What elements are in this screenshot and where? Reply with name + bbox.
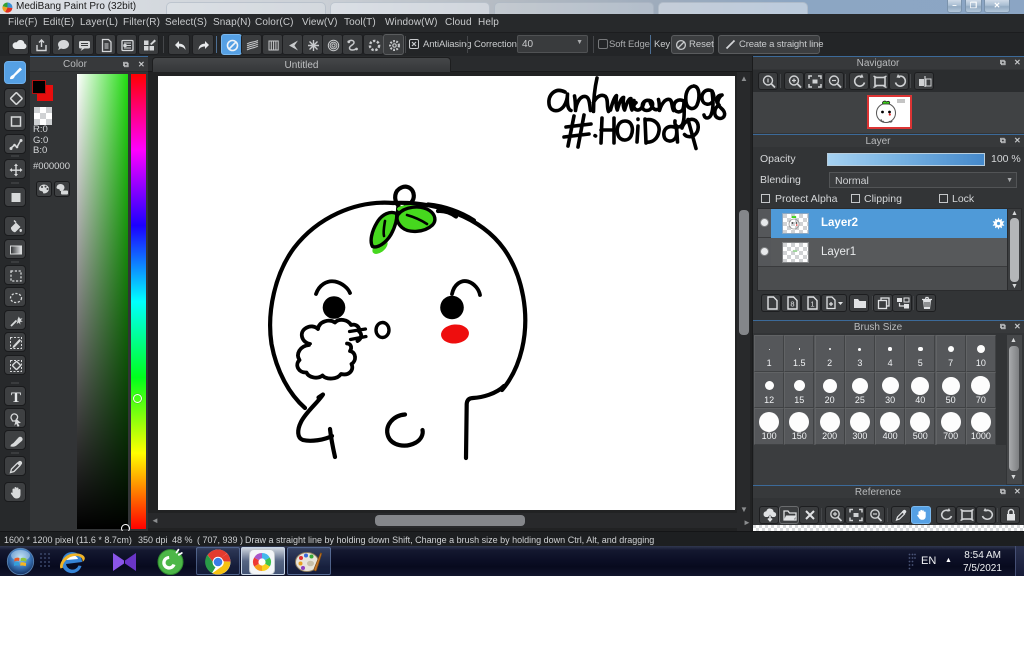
svg-text:8: 8 [790, 300, 794, 309]
svg-text:T: T [11, 390, 21, 406]
svg-text:1: 1 [810, 300, 814, 309]
